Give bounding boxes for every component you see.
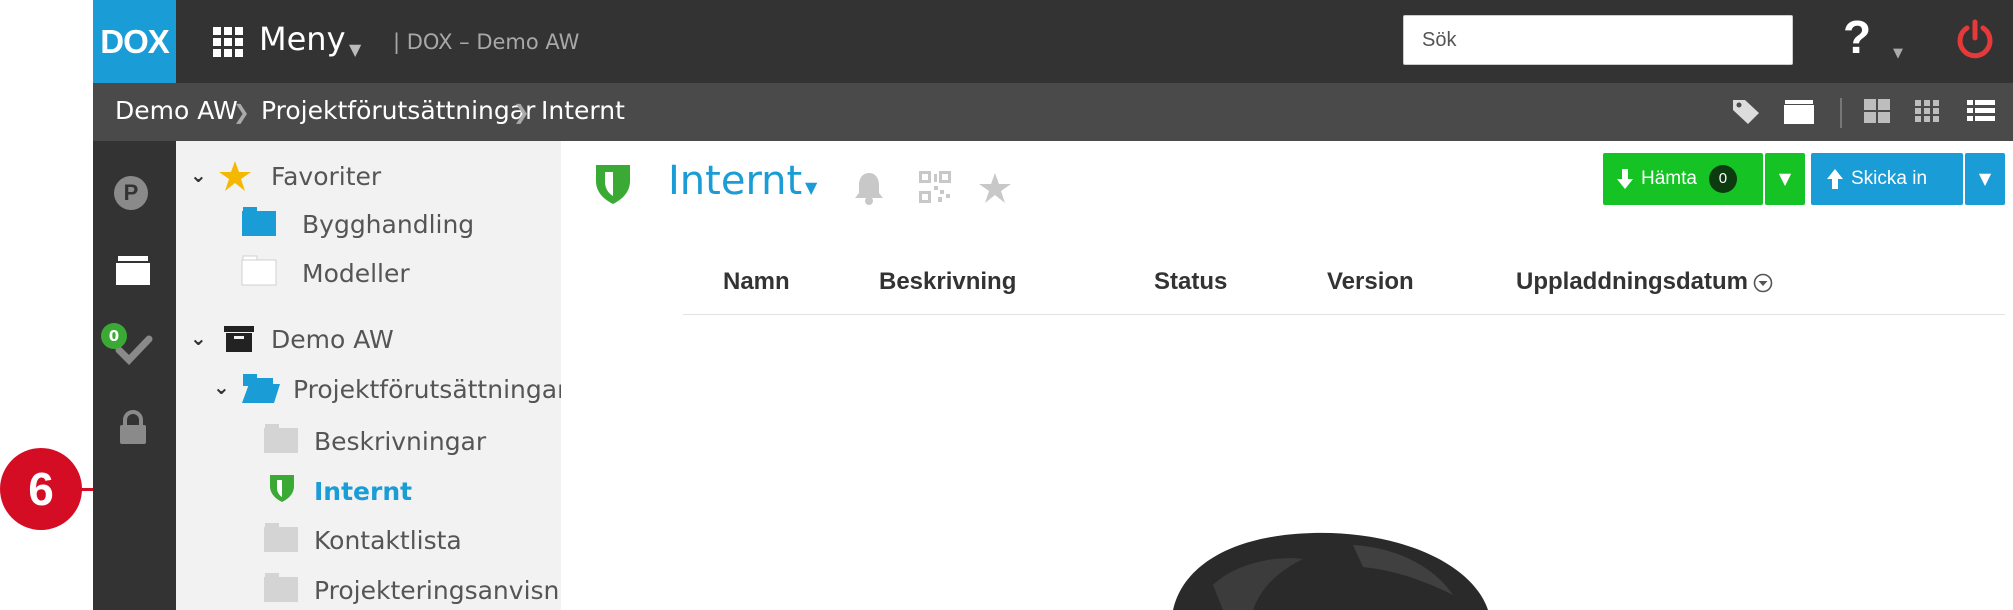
tree-item-favoriter[interactable]: Favoriter (271, 162, 381, 191)
tree-item-internt[interactable]: Internt (314, 477, 412, 506)
column-header-beskrivning[interactable]: Beskrivning (879, 268, 1016, 296)
tree-item-demo-aw[interactable]: Demo AW (271, 325, 394, 354)
chevron-down-icon[interactable]: ▼ (1893, 46, 1903, 61)
chevron-down-icon[interactable]: ⌄ (213, 375, 230, 399)
folder-icon[interactable] (115, 253, 151, 287)
star-icon[interactable] (978, 172, 1012, 204)
icon-rail (93, 141, 176, 610)
chevron-down-icon[interactable]: ⌄ (190, 326, 207, 350)
download-count-badge: 0 (1708, 165, 1737, 193)
folder-icon (264, 523, 298, 552)
column-header-uppladdningsdatum[interactable]: Uppladdningsdatum (1516, 268, 1748, 296)
tree-item-projekteringsanvisningar[interactable]: Projekteringsanvisn… (314, 576, 584, 605)
folder-icon (242, 207, 276, 236)
dox-logo[interactable]: DOX (93, 0, 176, 83)
breadcrumb-internt[interactable]: Internt (541, 96, 625, 125)
parking-icon[interactable]: P (114, 176, 148, 210)
callout-number: 6 (0, 448, 82, 530)
download-icon (1617, 169, 1633, 189)
tag-icon[interactable] (1731, 96, 1763, 126)
folder-open-icon (242, 374, 280, 403)
grid-small-icon[interactable] (1911, 96, 1943, 126)
apps-grid-icon[interactable] (213, 27, 243, 57)
qr-code-icon[interactable] (918, 170, 952, 204)
empty-state-illustration (1173, 532, 1488, 610)
breadcrumb-demo-aw[interactable]: Demo AW (115, 96, 238, 125)
tree-item-bygghandling[interactable]: Bygghandling (302, 210, 474, 239)
list-icon[interactable] (1965, 96, 1997, 126)
power-icon[interactable] (1953, 18, 1997, 62)
lock-icon[interactable] (117, 410, 149, 446)
tree-item-projektforutsattningar[interactable]: Projektförutsättningar (293, 375, 567, 404)
download-button[interactable]: Hämta 0 (1603, 153, 1763, 205)
tree-item-modeller[interactable]: Modeller (302, 259, 410, 288)
chevron-down-icon[interactable]: ▼ (805, 178, 817, 197)
help-icon[interactable]: ? (1843, 10, 1871, 64)
app-window: DOX Meny ▼ | DOX – Demo AW Sök ? ▼ Demo … (93, 0, 2013, 610)
archive-box-icon (224, 326, 254, 352)
column-header-status[interactable]: Status (1154, 268, 1227, 296)
upload-label: Skicka in (1851, 168, 1928, 189)
folder-icon (264, 573, 298, 602)
chevron-right-icon: ❯ (233, 100, 250, 124)
menu-button[interactable]: Meny (259, 20, 346, 58)
folder-icon (241, 255, 277, 286)
column-header-namn[interactable]: Namn (723, 268, 790, 296)
download-dropdown-toggle[interactable]: ▼ (1765, 153, 1805, 205)
star-icon (219, 161, 251, 191)
tasks-count-badge: 0 (101, 323, 127, 349)
chevron-right-icon: ❯ (513, 100, 530, 124)
upload-icon (1827, 169, 1843, 189)
sort-icon[interactable] (1753, 273, 1773, 293)
chevron-down-icon[interactable]: ⌄ (190, 163, 207, 187)
shield-icon (270, 475, 294, 502)
folder-icon[interactable] (1783, 96, 1815, 126)
tree-item-kontaktlista[interactable]: Kontaktlista (314, 526, 462, 555)
upload-dropdown-toggle[interactable]: ▼ (1965, 153, 2005, 205)
chevron-down-icon[interactable]: ▼ (349, 40, 361, 59)
tree-item-beskrivningar[interactable]: Beskrivningar (314, 427, 486, 456)
folder-icon (264, 424, 298, 453)
bell-icon[interactable] (853, 170, 885, 206)
upload-button[interactable]: Skicka in (1811, 153, 1963, 205)
breadcrumb-projektforutsattningar[interactable]: Projektförutsättningar (261, 96, 535, 125)
column-header-version[interactable]: Version (1327, 268, 1414, 296)
shield-icon (596, 165, 630, 204)
table-header-divider (683, 314, 2005, 315)
logo-text: DOX (100, 23, 170, 60)
app-context-label: | DOX – Demo AW (393, 30, 580, 54)
grid-large-icon[interactable] (1861, 96, 1893, 126)
search-input[interactable]: Sök (1403, 15, 1793, 65)
toolbar-divider (1840, 98, 1842, 128)
download-label: Hämta (1641, 168, 1697, 189)
page-title: Internt (668, 158, 803, 204)
